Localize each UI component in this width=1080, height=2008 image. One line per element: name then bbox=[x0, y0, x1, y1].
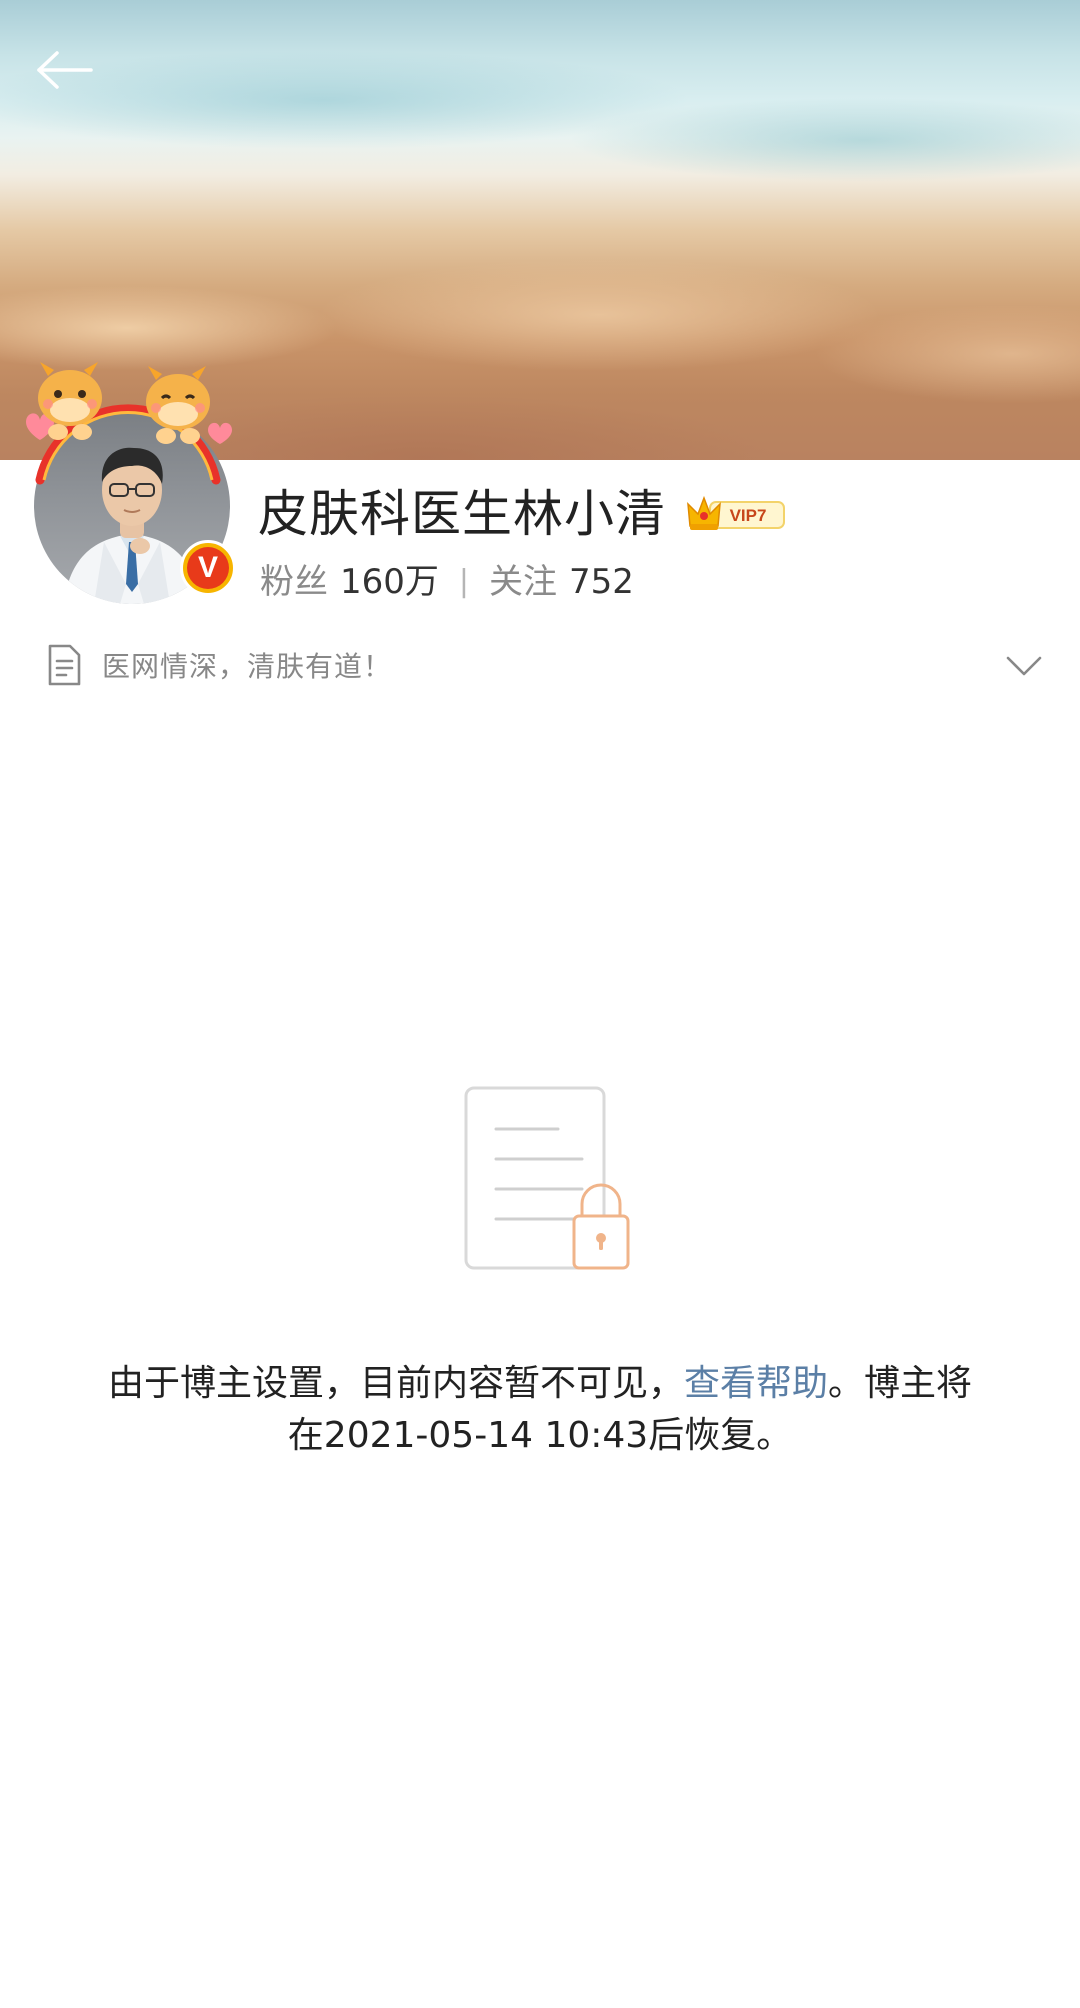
bio-text: 医网情深，清肤有道！ bbox=[102, 650, 393, 683]
stat-separator: | bbox=[458, 564, 470, 599]
fans-label[interactable]: 粉丝 bbox=[260, 560, 328, 604]
back-arrow-icon bbox=[37, 51, 93, 89]
locked-document-icon bbox=[464, 1086, 630, 1270]
following-label[interactable]: 关注 bbox=[489, 560, 557, 604]
avatar-frame-decoration bbox=[26, 362, 232, 485]
vip-badge-label: VIP7 bbox=[730, 506, 767, 525]
empty-message-text-before: 由于博主设置，目前内容暂不可见， bbox=[107, 1363, 684, 1404]
document-icon bbox=[48, 644, 81, 686]
chevron-down-icon[interactable] bbox=[1004, 646, 1044, 686]
profile-stats: 粉丝 160万 | 关注 752 bbox=[260, 560, 634, 604]
empty-state-message: 由于博主设置，目前内容暂不可见，查看帮助。博主将在2021-05-14 10:4… bbox=[100, 1358, 980, 1462]
help-link[interactable]: 查看帮助 bbox=[684, 1363, 828, 1404]
following-count[interactable]: 752 bbox=[569, 560, 634, 604]
vip-badge[interactable]: VIP7 bbox=[686, 492, 786, 536]
avatar-container[interactable]: V bbox=[18, 340, 238, 604]
back-button[interactable] bbox=[30, 40, 100, 100]
fans-count[interactable]: 160万 bbox=[340, 560, 439, 604]
verified-badge-mark: V bbox=[187, 547, 229, 589]
bio-row[interactable]: 医网情深，清肤有道！ bbox=[44, 640, 1044, 690]
verified-badge: V bbox=[180, 540, 236, 596]
ox-right-icon bbox=[146, 366, 210, 444]
profile-username: 皮肤科医生林小清 bbox=[258, 485, 666, 543]
